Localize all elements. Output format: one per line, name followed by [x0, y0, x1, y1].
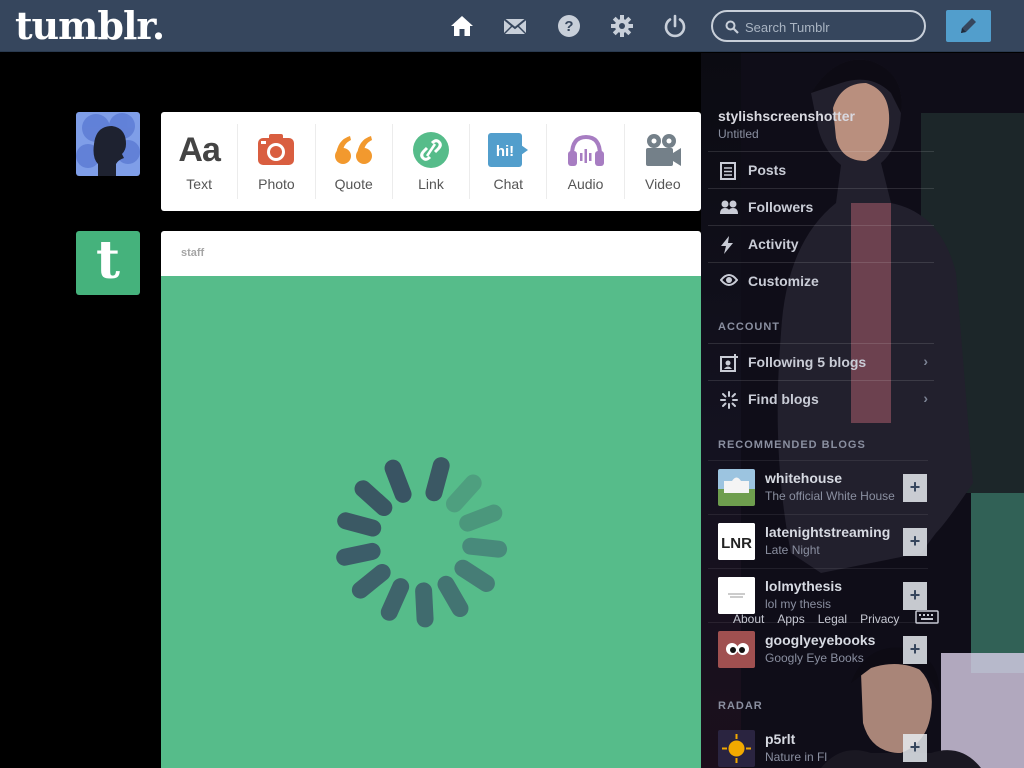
search-input[interactable]: [745, 18, 915, 36]
settings-icon[interactable]: [610, 14, 634, 38]
quote-icon: [334, 136, 372, 164]
recommended-blog-desc: The official White House: [765, 489, 895, 503]
home-icon[interactable]: [450, 14, 474, 38]
sidebar-item-label: Posts: [748, 162, 787, 178]
blog-thumbnail: [718, 730, 755, 767]
recommended-blog-item[interactable]: googlyeyebooks Googly Eye Books: [708, 622, 928, 674]
user-avatar[interactable]: [76, 112, 140, 176]
power-icon[interactable]: [663, 14, 687, 38]
post-type-label: Text: [186, 176, 212, 192]
search-icon: [725, 20, 739, 34]
link-icon: [412, 132, 449, 168]
post-type-label: Chat: [493, 176, 524, 192]
sparkle-icon: [720, 391, 738, 409]
recommended-blog-name: latenightstreaming: [765, 524, 891, 540]
person-add-icon: [720, 354, 738, 372]
sidebar-item-activity[interactable]: Activity: [708, 225, 934, 262]
post-type-bar: Aa Text Photo Quote Link hi! Chat Audio …: [161, 112, 701, 211]
search-box[interactable]: [711, 10, 926, 42]
blog-thumbnail: [718, 577, 755, 614]
loading-spinner-icon: [336, 457, 508, 628]
recommended-section-label: RECOMMENDED BLOGS: [718, 439, 866, 451]
sidebar-item-followers[interactable]: Followers: [708, 188, 934, 225]
sidebar-item-customize[interactable]: Customize: [708, 262, 934, 299]
chevron-right-icon: ›: [923, 390, 928, 406]
follow-button[interactable]: +: [903, 636, 927, 664]
post-type-quote-button[interactable]: Quote: [316, 124, 393, 199]
svg-text:hi!: hi!: [496, 143, 514, 160]
post-type-video-button[interactable]: Video: [625, 124, 701, 199]
sidebar-item-label: Activity: [748, 236, 799, 252]
text-icon: Aa: [178, 130, 220, 169]
post-type-label: Audio: [567, 176, 604, 192]
recommended-blog-item[interactable]: whitehouse The official White House: [708, 460, 928, 512]
recommended-blog-name: lolmythesis: [765, 578, 843, 594]
blog-thumbnail: LNR: [718, 523, 755, 560]
sidebar-item-label: Customize: [748, 273, 819, 289]
svg-text:?: ?: [564, 18, 573, 35]
lightning-icon: [721, 236, 733, 254]
headphones-icon: [567, 134, 604, 166]
radar-blog-desc: Nature in Fl: [765, 750, 828, 764]
sidebar-item-label: Followers: [748, 199, 814, 215]
post-type-label: Quote: [334, 176, 373, 192]
tumblr-logo[interactable]: tumblr.: [15, 2, 165, 50]
svg-text:LNR: LNR: [721, 535, 752, 552]
post-type-label: Link: [418, 176, 444, 192]
silhouette-avatar-icon: [76, 113, 140, 176]
blog-thumbnail: [718, 469, 755, 506]
recommended-blog-name: googlyeyebooks: [765, 632, 876, 648]
blog-thumbnail: [718, 631, 755, 668]
staff-avatar[interactable]: t: [76, 231, 140, 295]
radar-blog-name: p5rlt: [765, 731, 796, 747]
sidebar-item-find-blogs[interactable]: Find blogs ›: [708, 380, 934, 417]
help-icon[interactable]: ?: [557, 14, 581, 38]
video-camera-icon: [645, 134, 681, 166]
radar-blog-item[interactable]: p5rlt Nature in Fl: [708, 722, 928, 768]
post-type-link-button[interactable]: Link: [393, 124, 471, 199]
people-icon: [720, 200, 738, 214]
mail-icon[interactable]: [503, 14, 527, 38]
recommended-blog-item[interactable]: LNR latenightstreaming Late Night: [708, 514, 928, 566]
radar-section-label: RADAR: [718, 700, 763, 712]
follow-button[interactable]: +: [903, 474, 927, 502]
post-type-text-button[interactable]: Aa Text: [161, 124, 239, 199]
dashboard-post: staff: [161, 231, 701, 768]
eye-icon: [720, 274, 738, 286]
tumblr-t-icon: t: [95, 230, 121, 291]
post-type-label: Video: [645, 176, 681, 192]
blog-name[interactable]: stylishscreenshotter: [718, 108, 855, 124]
camera-icon: [258, 134, 295, 165]
blog-title: Untitled: [718, 127, 759, 141]
post-type-label: Photo: [258, 176, 295, 192]
top-navigation-bar: tumblr. ?: [0, 0, 1024, 52]
sidebar-item-label: Find blogs: [748, 391, 819, 407]
recommended-blog-desc: lol my thesis: [765, 597, 832, 611]
recommended-blog-desc: Googly Eye Books: [765, 651, 864, 665]
post-type-chat-button[interactable]: hi! Chat: [470, 124, 548, 199]
document-icon: [720, 162, 736, 180]
pencil-icon: [961, 18, 976, 33]
right-sidebar: stylishscreenshotter Untitled Posts Foll…: [701, 53, 1024, 768]
sidebar-item-following[interactable]: Following 5 blogs ›: [708, 343, 934, 380]
post-type-audio-button[interactable]: Audio: [547, 124, 625, 199]
compose-button[interactable]: [946, 10, 991, 42]
follow-button[interactable]: +: [903, 528, 927, 556]
chevron-right-icon: ›: [923, 353, 928, 369]
recommended-blog-name: whitehouse: [765, 470, 843, 486]
post-author-link[interactable]: staff: [181, 247, 204, 259]
account-section-label: ACCOUNT: [718, 321, 780, 333]
sidebar-item-posts[interactable]: Posts: [708, 151, 934, 188]
chat-icon: hi!: [488, 133, 529, 167]
recommended-blog-desc: Late Night: [765, 543, 820, 557]
sidebar-item-label: Following 5 blogs: [748, 354, 867, 370]
post-type-photo-button[interactable]: Photo: [238, 124, 316, 199]
follow-button[interactable]: +: [903, 734, 927, 762]
follow-button[interactable]: +: [903, 582, 927, 610]
post-media: [161, 276, 701, 768]
